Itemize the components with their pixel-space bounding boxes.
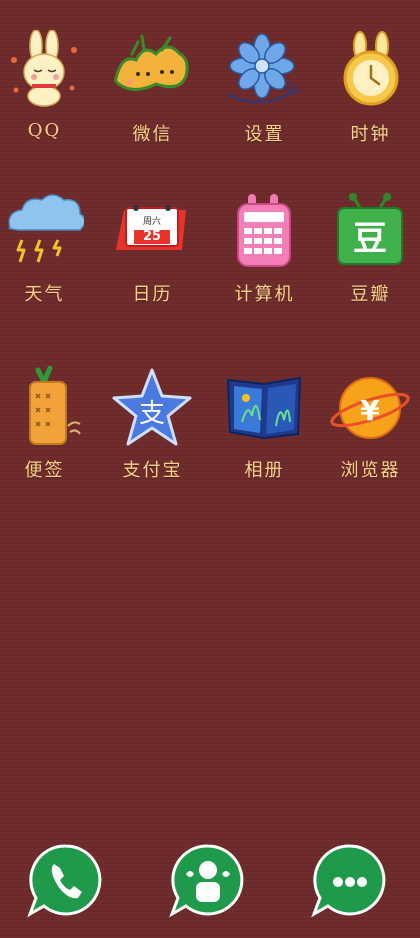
app-calendar[interactable]: 周六 25 日历 <box>100 170 205 320</box>
dock-phone[interactable] <box>26 840 106 920</box>
star-alipay-icon: 支 <box>112 368 192 446</box>
app-label: 相册 <box>244 460 285 481</box>
app-settings[interactable]: 设置 <box>212 10 317 160</box>
app-calculator[interactable]: 计算机 <box>212 170 317 320</box>
app-label: 天气 <box>24 284 65 305</box>
calendar-icon: 周六 25 <box>116 205 186 250</box>
calendar-date: 25 <box>143 229 161 244</box>
phone-icon <box>27 844 102 918</box>
app-browser[interactable]: ¥ 浏览器 <box>318 346 420 496</box>
app-photos[interactable]: 相册 <box>212 346 317 496</box>
svg-text:¥: ¥ <box>360 394 380 427</box>
storm-cloud-weather-icon <box>8 194 84 263</box>
app-qq[interactable]: QQ <box>0 10 97 160</box>
planet-browser-icon: ¥ <box>330 377 410 439</box>
app-weather[interactable]: 天气 <box>0 170 97 320</box>
app-label: 浏览器 <box>340 460 401 481</box>
douban-icon: 豆 <box>337 193 403 265</box>
bunny-clock-icon <box>343 31 399 106</box>
app-alipay[interactable]: 支 支付宝 <box>100 346 205 496</box>
messages-icon <box>311 844 386 918</box>
douban-glyph: 豆 <box>353 219 387 259</box>
photo-album-icon <box>226 376 302 440</box>
app-label: 支付宝 <box>122 460 183 481</box>
dock-messages[interactable] <box>310 840 390 920</box>
carrot-notes-icon <box>29 366 81 445</box>
app-label: 豆瓣 <box>350 284 391 305</box>
app-label: 便签 <box>24 460 65 481</box>
app-clock[interactable]: 时钟 <box>318 10 420 160</box>
snowflake-settings-icon <box>227 33 299 104</box>
app-label: 微信 <box>132 124 173 145</box>
app-notes[interactable]: 便签 <box>0 346 97 496</box>
dock-contacts[interactable] <box>168 840 248 920</box>
app-wechat[interactable]: 微信 <box>100 10 205 160</box>
app-label: 设置 <box>244 124 285 145</box>
alipay-glyph: 支 <box>139 399 165 429</box>
bunny-calculator-icon <box>237 194 291 267</box>
carrot-wechat-icon <box>114 34 189 91</box>
app-douban[interactable]: 豆 豆瓣 <box>318 170 420 320</box>
app-label: 计算机 <box>234 284 295 305</box>
calendar-weekday: 周六 <box>143 215 161 227</box>
app-label: QQ <box>27 120 62 141</box>
bunny-qq-icon <box>11 30 77 107</box>
contacts-icon <box>169 844 244 918</box>
app-label: 时钟 <box>350 124 391 145</box>
app-label: 日历 <box>132 284 173 305</box>
